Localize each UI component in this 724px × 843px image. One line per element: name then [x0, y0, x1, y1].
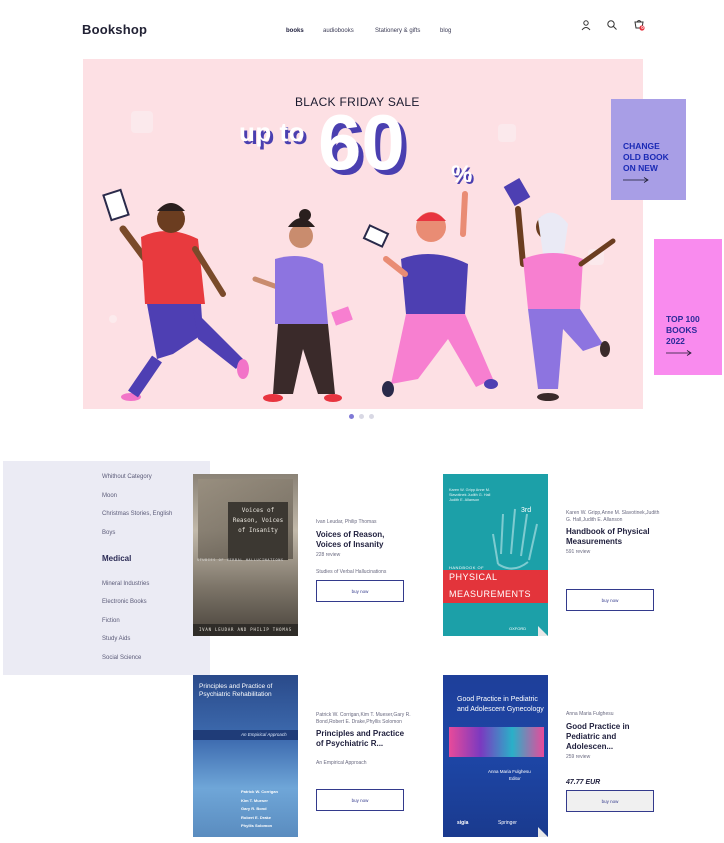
- category-item[interactable]: Boys: [102, 530, 115, 536]
- category-item[interactable]: Fiction: [102, 618, 120, 624]
- category-heading[interactable]: Medical: [102, 554, 131, 563]
- product-info: Anna Maria Fulghesu Good Practice in Ped…: [566, 711, 661, 786]
- buy-now-button[interactable]: buy now: [316, 580, 404, 602]
- book-cover-publisher: OXFORD: [509, 626, 527, 631]
- category-item[interactable]: Mineral Industries: [102, 581, 149, 587]
- product-author: Karen W. Gripp,Anne M. Slavotinek,Judith…: [566, 510, 660, 523]
- search-icon[interactable]: [606, 19, 618, 31]
- promo-change-old-book[interactable]: CHANGE OLD BOOK ON NEW: [611, 99, 686, 200]
- category-item[interactable]: Study Aids: [102, 636, 130, 642]
- arrow-right-icon: [623, 177, 649, 183]
- book-cover[interactable]: Karen W. Gripp Anne M. Slavotinek Judith…: [443, 474, 548, 636]
- nav-books[interactable]: books: [286, 28, 304, 34]
- book-cover-editor: Anna Maria Fulghesu: [488, 769, 531, 774]
- book-cover-title: Voices of Reason, Voices of Insanity: [232, 507, 284, 534]
- nav-blog[interactable]: blog: [440, 28, 451, 34]
- cart-badge: 0: [641, 25, 644, 30]
- nav-stationery-gifts[interactable]: Stationery & gifts: [375, 28, 420, 34]
- promo-top-100-books[interactable]: TOP 100 BOOKS 2022: [654, 239, 722, 375]
- nav-audiobooks[interactable]: audiobooks: [323, 28, 354, 34]
- book-cover-role: Editor: [509, 776, 521, 781]
- buy-now-button[interactable]: buy now: [566, 589, 654, 611]
- book-cover-authors: IVAN LEUDAR AND PHILIP THOMAS: [193, 624, 298, 636]
- product-subtitle: Studies of Verbal Hallucinations: [316, 568, 387, 575]
- product-author: Ivan Leudar, Philip Thomas: [316, 519, 377, 525]
- carousel-dot-1[interactable]: [349, 414, 354, 419]
- category-sidebar: Whithout Category Moon Christmas Stories…: [3, 461, 210, 675]
- hero-percent-value: 60: [318, 98, 405, 186]
- book-cover-title: MEASUREMENTS: [449, 589, 532, 599]
- product-info: Karen W. Gripp,Anne M. Slavotinek,Judith…: [566, 510, 661, 555]
- buy-now-button[interactable]: buy now: [566, 790, 654, 812]
- product-price: 47.77 EUR: [566, 778, 601, 786]
- product-subtitle: An Empirical Approach: [316, 760, 367, 766]
- carousel-dot-3[interactable]: [369, 414, 374, 419]
- product-title[interactable]: Good Practice in Pediatric and Adolescen…: [566, 722, 661, 752]
- book-cover-title: Good Practice in Pediatric and Adolescen…: [457, 696, 544, 713]
- book-cover-art: [449, 727, 544, 757]
- buy-now-button[interactable]: buy now: [316, 789, 404, 811]
- hero-banner[interactable]: BLACK FRIDAY SALE up to 60 %: [83, 59, 643, 409]
- book-cover-edition: 3rd: [521, 507, 532, 514]
- product-info: Ivan Leudar, Philip Thomas Voices of Rea…: [316, 519, 411, 575]
- product-reviews: 228 review: [316, 551, 341, 558]
- user-icon[interactable]: [580, 19, 592, 31]
- book-cover-publisher: Springer: [498, 820, 517, 826]
- book-cover-subtitle: STUDIES OF VERBAL HALLUCINATIONS: [197, 558, 284, 562]
- book-cover-title: Principles and Practice of Psychiatric R…: [199, 683, 273, 698]
- book-cover-authors: Karen W. Gripp Anne M. Slavotinek Judith…: [449, 488, 491, 502]
- book-cover-title: PHYSICAL: [449, 572, 498, 582]
- book-cover[interactable]: Voices of Reason, Voices of Insanity STU…: [193, 474, 298, 636]
- book-cover-publisher: sigia: [457, 820, 469, 826]
- category-item[interactable]: Social Science: [102, 655, 141, 661]
- product-title[interactable]: Principles and Practice of Psychiatric R…: [316, 729, 411, 749]
- book-cover[interactable]: Principles and Practice of Psychiatric R…: [193, 675, 298, 837]
- book-cover-subtitle: An Empirical Approach: [241, 732, 287, 737]
- carousel-dot-2[interactable]: [359, 414, 364, 419]
- product-reviews: 259 review: [566, 753, 591, 760]
- book-cover-authors: Patrick W. Corrigan Kim T. Mueser Gary R…: [241, 789, 278, 828]
- product-author: Anna Maria Fulghesu: [566, 711, 614, 717]
- product-reviews: 591 review: [566, 549, 591, 555]
- category-item[interactable]: Moon: [102, 493, 117, 499]
- category-item[interactable]: Electronic Books: [102, 599, 147, 605]
- site-logo[interactable]: Bookshop: [82, 22, 147, 37]
- hero-up-to: up to: [239, 117, 306, 147]
- arrow-right-icon: [666, 350, 692, 356]
- product-title[interactable]: Voices of Reason, Voices of Insanity: [316, 530, 411, 550]
- category-item[interactable]: Christmas Stories, English: [102, 511, 172, 517]
- product-author: Patrick W. Corrigan,Kim T. Mueser,Gary R…: [316, 712, 411, 725]
- promo-change-old-book-label: CHANGE OLD BOOK ON NEW: [623, 141, 669, 173]
- hero-percent-sign: %: [451, 161, 473, 188]
- product-info: Patrick W. Corrigan,Kim T. Mueser,Gary R…: [316, 712, 411, 766]
- product-title[interactable]: Handbook of Physical Measurements: [566, 527, 661, 547]
- category-item[interactable]: Whithout Category: [102, 474, 152, 480]
- promo-top-100-books-label: TOP 100 BOOKS 2022: [666, 314, 700, 346]
- book-cover[interactable]: Good Practice in Pediatric and Adolescen…: [443, 675, 548, 837]
